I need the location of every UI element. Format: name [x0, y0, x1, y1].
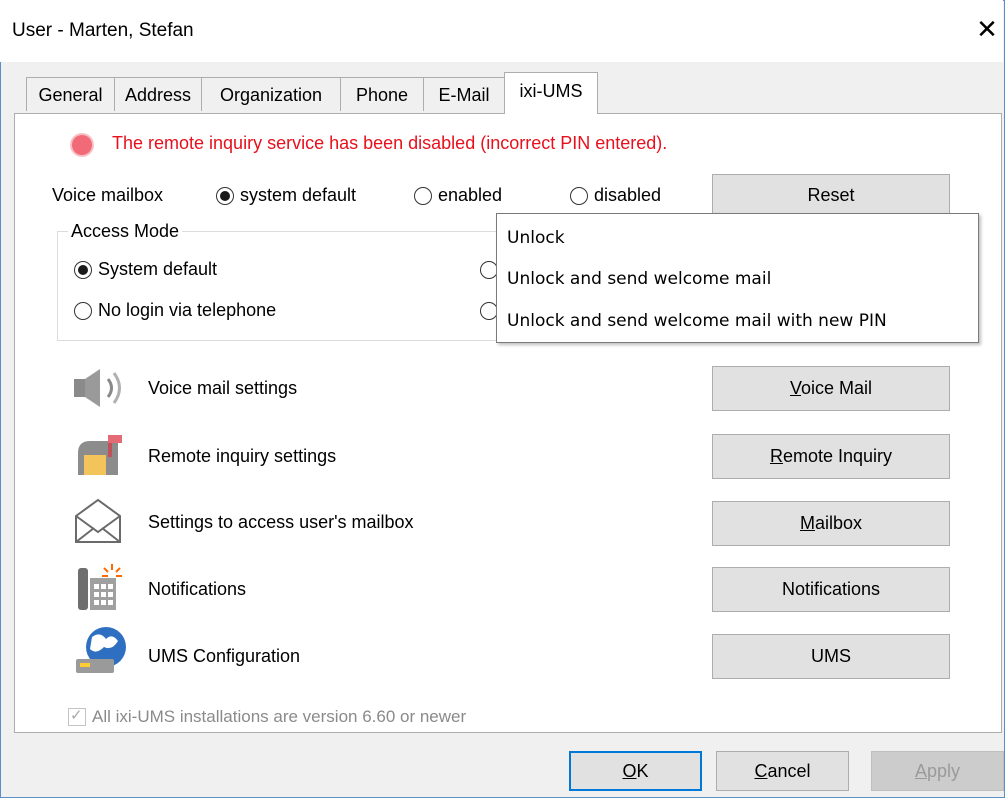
voice-mailbox-enabled-radio[interactable] — [414, 187, 432, 205]
voice-mail-button[interactable]: Voice Mail — [712, 366, 950, 411]
voice-mailbox-system-default-label: system default — [240, 185, 357, 205]
phone-icon — [78, 564, 122, 610]
voice-mailbox-disabled-radio[interactable] — [570, 187, 588, 205]
tab-general[interactable]: General — [26, 77, 115, 111]
reset-button[interactable]: Reset — [712, 174, 950, 216]
cancel-button-label: ancel — [767, 761, 811, 781]
cancel-button[interactable]: Cancel — [716, 751, 849, 791]
voice-mailbox-enabled-label: enabled — [438, 185, 503, 205]
voice-mail-button-mnemonic: V — [789, 378, 801, 398]
menu-item-unlock-send-welcome-new-pin[interactable]: Unlock and send welcome mail with new PI… — [507, 311, 887, 331]
access-mode-title: Access Mode — [68, 221, 183, 242]
apply-button-mnemonic: A — [914, 761, 927, 781]
mailbox-button[interactable]: Mailbox — [712, 501, 950, 546]
ums-configuration-label: UMS Configuration — [148, 646, 301, 666]
apply-button-label: pply — [926, 761, 961, 781]
voice-mail-button-label: oice Mail — [800, 378, 873, 398]
remote-inquiry-button[interactable]: Remote Inquiry — [712, 434, 950, 479]
cancel-button-mnemonic: C — [754, 761, 768, 781]
voice-mail-settings-label: Voice mail settings — [148, 378, 298, 398]
close-icon[interactable]: ✕ — [972, 14, 1002, 44]
tab-label: ixi-UMS — [519, 81, 583, 101]
version-checkbox — [68, 706, 86, 726]
envelope-icon — [75, 498, 121, 543]
warning-message: The remote inquiry service has been disa… — [112, 133, 668, 153]
tab-label: E-Mail — [438, 85, 490, 105]
title-bar: User - Marten, Stefan ✕ — [0, 0, 1003, 62]
access-mode-no-login-radio[interactable] — [74, 302, 92, 320]
apply-button[interactable]: Apply — [871, 751, 1004, 791]
tab-organization[interactable]: Organization — [201, 77, 341, 111]
tab-email[interactable]: E-Mail — [423, 77, 505, 111]
error-status-icon — [72, 135, 92, 155]
ums-button-label: UMS — [811, 646, 851, 666]
voice-mailbox-disabled-label: disabled — [594, 185, 662, 205]
access-mode-system-default-radio[interactable] — [74, 261, 92, 279]
window-title: User - Marten, Stefan — [12, 20, 194, 41]
menu-item-unlock-send-welcome[interactable]: Unlock and send welcome mail — [507, 269, 771, 289]
speaker-icon — [74, 369, 121, 407]
tab-ixi-ums[interactable]: ixi-UMS — [504, 72, 598, 114]
voice-mailbox-label: Voice mailbox — [52, 185, 164, 205]
remote-inquiry-settings-label: Remote inquiry settings — [148, 446, 337, 466]
globe-icon — [76, 627, 126, 673]
tab-label: Phone — [355, 85, 409, 105]
tab-address[interactable]: Address — [114, 77, 202, 111]
notifications-label: Notifications — [148, 579, 247, 599]
tab-label: Address — [124, 85, 192, 105]
ok-button[interactable]: OK — [569, 751, 702, 791]
ok-button-mnemonic: O — [622, 761, 637, 781]
mailbox-access-settings-label: Settings to access user's mailbox — [148, 512, 414, 532]
ok-button-label: K — [636, 761, 649, 781]
voice-mailbox-system-default-radio[interactable] — [216, 187, 234, 205]
reset-button-label: Reset — [807, 185, 855, 205]
access-mode-system-default-label: System default — [98, 259, 218, 279]
notifications-button-label: Notifications — [781, 579, 881, 599]
mailbox-button-mnemonic: M — [799, 513, 815, 533]
remote-inquiry-button-label: emote Inquiry — [782, 446, 893, 466]
menu-item-unlock[interactable]: Unlock — [507, 228, 565, 248]
version-checkbox-label: All ixi-UMS installations are version 6.… — [92, 707, 467, 726]
mailbox-button-label: ailbox — [814, 513, 863, 533]
tab-phone[interactable]: Phone — [340, 77, 424, 111]
reset-dropdown-menu: Unlock Unlock and send welcome mail Unlo… — [496, 213, 979, 343]
tab-label: Organization — [219, 85, 323, 105]
tab-label: General — [38, 85, 103, 105]
remote-inquiry-button-mnemonic: R — [769, 446, 783, 466]
access-mode-no-login-label: No login via telephone — [98, 300, 277, 320]
mailbox-icon — [78, 435, 122, 475]
ums-button[interactable]: UMS — [712, 634, 950, 679]
notifications-button[interactable]: Notifications — [712, 567, 950, 612]
